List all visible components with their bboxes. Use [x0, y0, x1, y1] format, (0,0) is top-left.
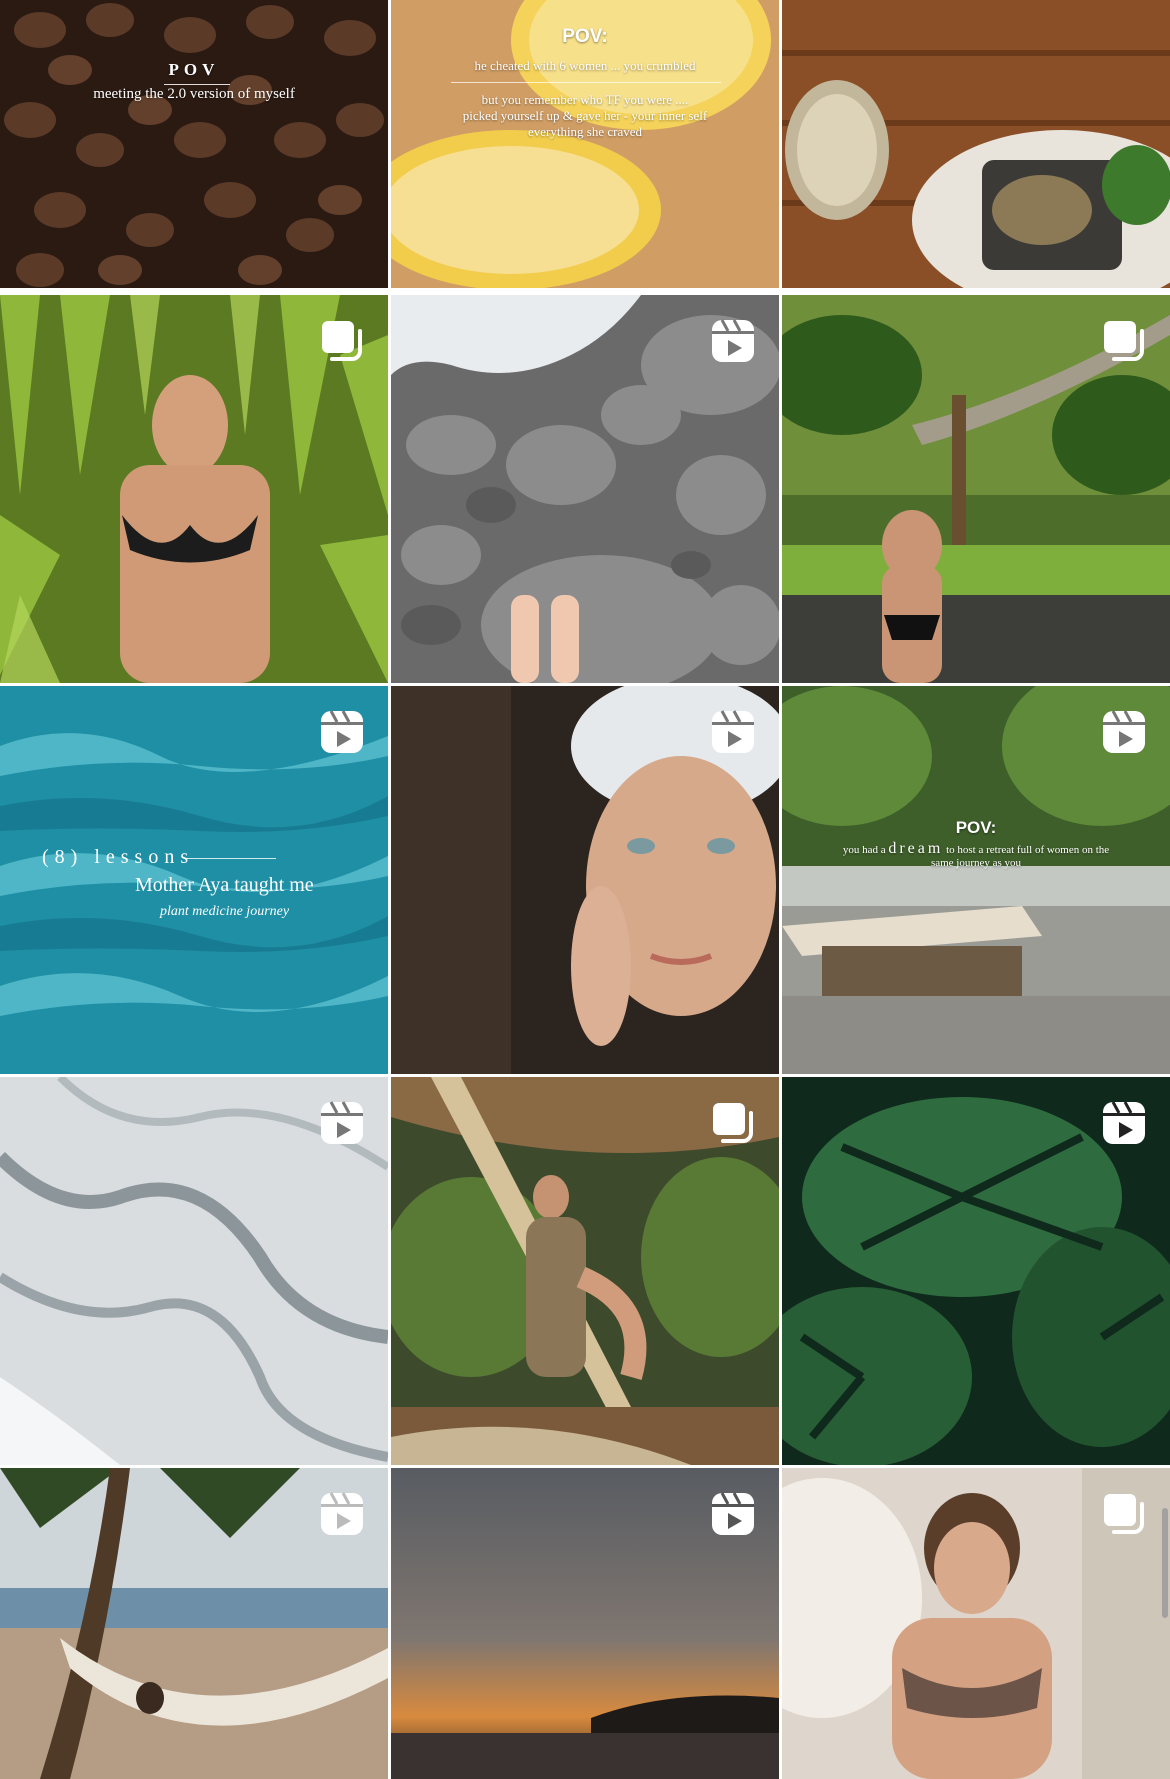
carousel-icon	[1100, 1490, 1148, 1538]
reels-icon	[318, 1490, 366, 1538]
post-tile-garden-pose[interactable]	[782, 295, 1170, 683]
lessons-divider	[186, 858, 276, 859]
post-tile-coffee-beans[interactable]: POV meeting the 2.0 version of myself	[0, 0, 388, 288]
reels-icon	[318, 708, 366, 756]
reels-icon	[1100, 708, 1148, 756]
carousel-icon	[709, 1099, 757, 1147]
retreat-caption-pre: you had a	[842, 844, 886, 856]
post-tile-sunset[interactable]	[391, 1468, 779, 1779]
lemons-caption-1: he cheated with 6 women ... you crumbled	[474, 58, 696, 73]
lemons-divider	[451, 82, 721, 83]
coffee-pov-label: POV	[168, 60, 220, 79]
coconut-bowl-image	[782, 0, 1170, 288]
coffee-divider	[164, 84, 230, 85]
lemons-caption-4: everything she craved	[527, 124, 643, 139]
post-tile-palm-bikini[interactable]	[0, 295, 388, 683]
post-tile-hut-pose[interactable]	[391, 1077, 779, 1465]
post-grid: POV meeting the 2.0 version of myself PO…	[0, 0, 1170, 1779]
lemons-caption-3: picked yourself up & gave her - your inn…	[462, 108, 708, 123]
post-tile-monstera[interactable]	[782, 1077, 1170, 1465]
coffee-beans-image	[0, 0, 388, 288]
post-tile-coconut-bowl[interactable]	[782, 0, 1170, 288]
lessons-subtitle: Mother Aya taught me	[135, 874, 314, 896]
post-tile-short-hair[interactable]	[782, 1468, 1170, 1779]
post-tile-sand-waves[interactable]	[0, 1077, 388, 1465]
carousel-icon	[1100, 317, 1148, 365]
post-tile-hammock[interactable]	[0, 1468, 388, 1779]
reels-icon	[1100, 1099, 1148, 1147]
post-tile-lemons[interactable]: POV: he cheated with 6 women ... you cru…	[391, 0, 779, 288]
lessons-caption: plant medicine journey	[160, 904, 290, 919]
lemons-pov-label: POV:	[562, 26, 608, 47]
coffee-caption: meeting the 2.0 version of myself	[93, 86, 295, 102]
scrollbar-thumb[interactable]	[1162, 1508, 1168, 1618]
reels-icon	[318, 1099, 366, 1147]
post-tile-pebbles-feet[interactable]	[391, 295, 779, 683]
retreat-caption-1: you had a dream to host a retreat full o…	[782, 840, 1170, 858]
carousel-icon	[318, 317, 366, 365]
reels-icon	[709, 708, 757, 756]
post-tile-towel-face[interactable]	[391, 686, 779, 1074]
lemons-caption-2: but you remember who TF you were ....	[481, 92, 689, 107]
retreat-caption-post: to host a retreat full of women on the	[946, 844, 1110, 856]
reels-icon	[709, 317, 757, 365]
retreat-caption-2: same journey as you	[930, 857, 1022, 869]
post-tile-retreat[interactable]	[782, 686, 1170, 1074]
lessons-title: (8) lessons	[42, 846, 195, 868]
retreat-caption-dream: dream	[888, 840, 944, 857]
reels-icon	[709, 1490, 757, 1538]
retreat-pov-label: POV:	[955, 818, 997, 837]
